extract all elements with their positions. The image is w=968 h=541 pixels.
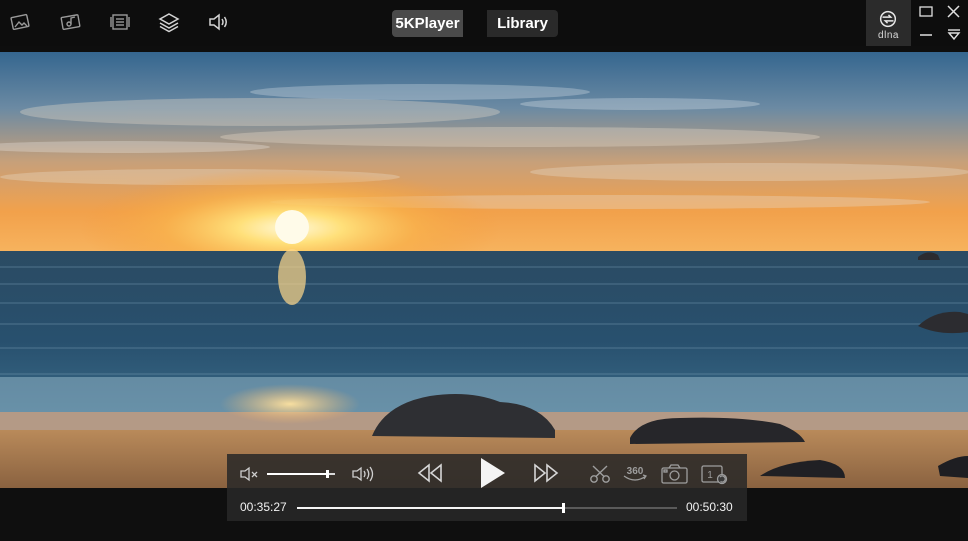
play-button[interactable] xyxy=(477,456,507,490)
mute-button[interactable] xyxy=(239,465,261,483)
playlist-icon[interactable] xyxy=(107,9,133,35)
snapshot-button[interactable] xyxy=(660,462,690,486)
volume-knob[interactable] xyxy=(325,470,329,478)
speaker-icon[interactable] xyxy=(205,9,231,35)
rotate-button[interactable]: 1 xyxy=(699,462,729,486)
dlna-button[interactable]: dlna xyxy=(866,0,911,46)
play-icon xyxy=(481,458,505,488)
360-button[interactable]: 360 xyxy=(621,462,649,486)
minimize-button[interactable] xyxy=(917,28,935,42)
seek-knob[interactable] xyxy=(562,503,565,513)
tab-library[interactable]: Library xyxy=(487,10,558,37)
seek-bar[interactable] xyxy=(297,503,677,513)
dropdown-icon xyxy=(947,29,961,41)
current-time: 00:35:27 xyxy=(240,500,287,514)
total-time: 00:50:30 xyxy=(686,500,733,514)
cut-button[interactable] xyxy=(588,463,612,485)
volume-fill xyxy=(267,473,327,475)
maximize-icon xyxy=(919,6,933,17)
dlna-icon xyxy=(879,10,897,28)
video-frame[interactable] xyxy=(0,52,968,488)
main-tabs: 5KPlayer Library xyxy=(392,10,558,37)
close-icon xyxy=(947,5,960,18)
maximize-button[interactable] xyxy=(917,5,935,19)
fast-forward-icon xyxy=(534,463,559,483)
playback-controls: 360 1 00:35:27 00:50:30 xyxy=(227,454,747,521)
rewind-button[interactable] xyxy=(415,461,445,485)
seek-progress xyxy=(297,507,563,509)
rotate-label: 1 xyxy=(707,470,713,481)
video-icon[interactable] xyxy=(8,9,34,35)
music-icon[interactable] xyxy=(58,9,84,35)
video-scene xyxy=(0,52,968,488)
dlna-label: dlna xyxy=(878,30,899,41)
cut-icon xyxy=(590,465,610,483)
360-icon: 360 xyxy=(623,466,647,481)
rotate-icon: 1 xyxy=(701,465,728,485)
volume-up-icon xyxy=(352,466,374,482)
mute-icon xyxy=(240,466,258,482)
menu-dropdown-button[interactable] xyxy=(945,28,963,42)
snapshot-icon xyxy=(661,464,688,484)
360-label: 360 xyxy=(627,466,644,477)
layers-icon[interactable] xyxy=(156,9,182,35)
rewind-icon xyxy=(417,463,442,483)
volume-up-button[interactable] xyxy=(351,464,375,484)
tab-5kplayer[interactable]: 5KPlayer xyxy=(392,10,463,37)
volume-slider[interactable] xyxy=(267,470,335,478)
close-button[interactable] xyxy=(945,5,963,19)
minimize-icon xyxy=(920,34,932,36)
fast-forward-button[interactable] xyxy=(531,461,561,485)
title-bar: 5KPlayer Library dlna xyxy=(0,0,968,46)
